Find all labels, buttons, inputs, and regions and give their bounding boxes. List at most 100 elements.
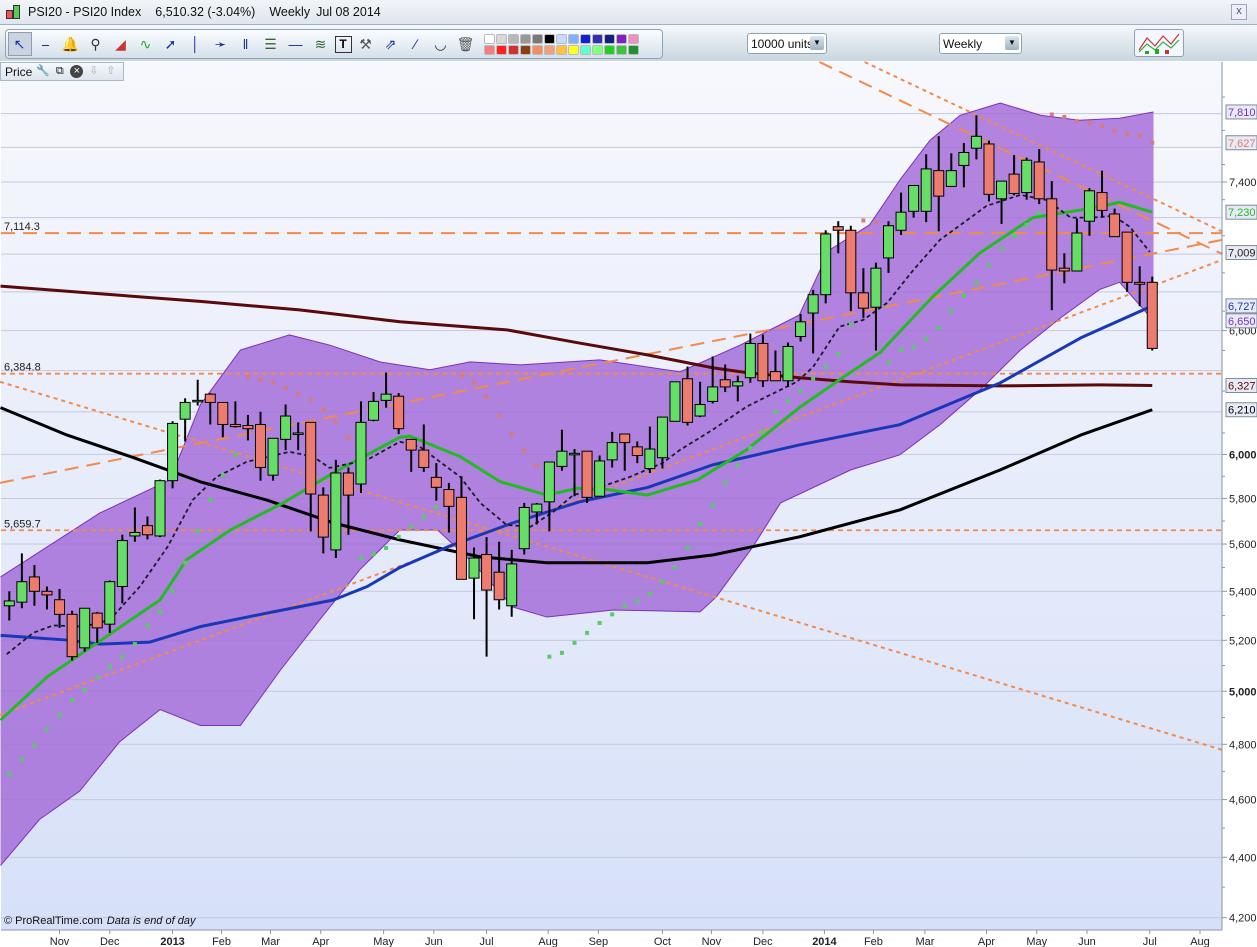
- parabolic-sar-dot: [233, 452, 238, 457]
- candle-body: [518, 506, 530, 550]
- units-select[interactable]: 10000 units ▼: [747, 33, 827, 54]
- move-up-icon[interactable]: ⇧: [104, 65, 117, 78]
- ruler-tool-icon[interactable]: ⎯: [35, 33, 57, 55]
- value-badge: 6,727: [1225, 298, 1257, 314]
- close-window-button[interactable]: x: [1231, 4, 1247, 20]
- candle: [594, 455, 606, 497]
- color-swatch[interactable]: [628, 33, 639, 44]
- trash-delete-icon[interactable]: 🗑: [455, 33, 477, 55]
- parabolic-sar-dot: [1012, 233, 1017, 238]
- move-down-icon[interactable]: ⇩: [87, 65, 100, 78]
- chevron-down-icon[interactable]: ▼: [810, 36, 824, 50]
- color-swatch[interactable]: [508, 33, 519, 44]
- candle-body: [983, 143, 995, 195]
- parabolic-sar-dot: [610, 612, 615, 617]
- color-swatch[interactable]: [616, 44, 627, 55]
- zoom-magnifier-icon[interactable]: ⚲: [85, 33, 107, 55]
- chart-date: Jul 08 2014: [316, 5, 381, 19]
- chevron-down-icon[interactable]: ▼: [1005, 36, 1019, 50]
- color-swatch[interactable]: [556, 33, 567, 44]
- duplicate-icon[interactable]: ⧉: [53, 65, 66, 78]
- color-swatch[interactable]: [532, 33, 543, 44]
- x-tick-label: Dec: [100, 936, 120, 947]
- color-swatch[interactable]: [592, 33, 603, 44]
- color-swatch[interactable]: [532, 44, 543, 55]
- color-swatch[interactable]: [604, 44, 615, 55]
- period-select-value: Weekly: [943, 36, 983, 51]
- candle-body: [104, 581, 116, 625]
- properties-tools-icon[interactable]: ⚒: [355, 33, 377, 55]
- parabolic-sar-dot: [1062, 114, 1067, 119]
- panel-title: Price: [5, 64, 33, 79]
- parabolic-sar-dot: [522, 448, 527, 453]
- wrench-settings-icon[interactable]: 🔧: [36, 65, 50, 78]
- color-swatch[interactable]: [592, 44, 603, 55]
- x-tick-label: Sep: [589, 936, 609, 947]
- parabolic-sar-dot: [1024, 222, 1029, 227]
- color-swatch[interactable]: [484, 33, 495, 44]
- parabolic-sar-dot: [647, 591, 652, 596]
- color-swatch[interactable]: [484, 44, 495, 55]
- text-tool-icon[interactable]: T: [334, 35, 352, 53]
- candle-body: [1121, 231, 1133, 283]
- price-chart[interactable]: 7,4006,6006,0005,8005,6005,4005,2005,000…: [0, 0, 1257, 947]
- fibonacci-fan-icon[interactable]: ◢: [110, 33, 132, 55]
- candle-body: [443, 489, 455, 507]
- parabolic-sar-dot: [572, 640, 577, 645]
- value-badge-label: 7,009: [1228, 248, 1256, 260]
- candle-body: [945, 170, 957, 187]
- x-tick-label: Oct: [654, 936, 671, 947]
- candle-body: [342, 472, 354, 496]
- x-tick-label: Jul: [480, 936, 494, 947]
- color-swatch[interactable]: [508, 44, 519, 55]
- parabolic-sar-dot: [421, 514, 426, 519]
- color-swatch[interactable]: [604, 33, 615, 44]
- trading-signals-button[interactable]: [1134, 29, 1184, 57]
- color-swatch[interactable]: [496, 33, 507, 44]
- color-swatch[interactable]: [580, 44, 591, 55]
- color-swatch[interactable]: [496, 44, 507, 55]
- x-tick-label: Apr: [978, 936, 995, 947]
- horizontal-line-icon[interactable]: —: [285, 33, 307, 55]
- y-tick-label: 4,800: [1229, 739, 1257, 751]
- fibonacci-retracement-icon[interactable]: ∿: [135, 33, 157, 55]
- pointer-tool-icon[interactable]: ↖: [7, 32, 32, 56]
- candle: [267, 437, 279, 481]
- andrews-pitchfork-icon[interactable]: ≋: [310, 33, 332, 55]
- x-tick-label: Nov: [50, 936, 70, 947]
- y-tick-label: 4,600: [1229, 795, 1257, 807]
- parabolic-sar-dot: [936, 325, 941, 330]
- color-swatch[interactable]: [616, 33, 627, 44]
- gann-fan-icon[interactable]: ◡: [430, 33, 452, 55]
- parabolic-sar-dot: [660, 579, 665, 584]
- color-swatch[interactable]: [544, 44, 555, 55]
- candle-body: [41, 590, 53, 596]
- value-badge-label: 6,210: [1228, 405, 1256, 417]
- segment-tool-icon[interactable]: ➚: [160, 33, 182, 55]
- color-swatch[interactable]: [556, 44, 567, 55]
- x-tick-label: May: [373, 936, 394, 947]
- color-swatch[interactable]: [628, 44, 639, 55]
- parabolic-sar-dot: [271, 380, 276, 385]
- close-panel-icon[interactable]: ×: [70, 65, 84, 78]
- candle-body: [141, 525, 153, 536]
- point-line-icon[interactable]: ⇗: [380, 33, 402, 55]
- color-swatch[interactable]: [520, 33, 531, 44]
- color-swatch[interactable]: [544, 33, 555, 44]
- vertical-line-icon[interactable]: │: [185, 33, 207, 55]
- x-tick-label: Feb: [864, 936, 883, 947]
- x-tick-label: Nov: [702, 936, 722, 947]
- half-line-icon[interactable]: ∕: [405, 33, 427, 55]
- value-badge-label: 7,627: [1228, 138, 1256, 150]
- regression-channel-icon[interactable]: ☰: [260, 33, 282, 55]
- alarm-bell-icon[interactable]: 🔔: [60, 33, 82, 55]
- period-select[interactable]: Weekly ▼: [939, 33, 1022, 54]
- candle-body: [1021, 159, 1033, 194]
- color-swatch[interactable]: [580, 33, 591, 44]
- color-swatch[interactable]: [568, 33, 579, 44]
- parallel-channel-icon[interactable]: ‖: [235, 33, 257, 55]
- color-swatch[interactable]: [568, 44, 579, 55]
- candle-body: [958, 151, 970, 166]
- trend-line-icon[interactable]: ➛: [210, 33, 232, 55]
- color-swatch[interactable]: [520, 44, 531, 55]
